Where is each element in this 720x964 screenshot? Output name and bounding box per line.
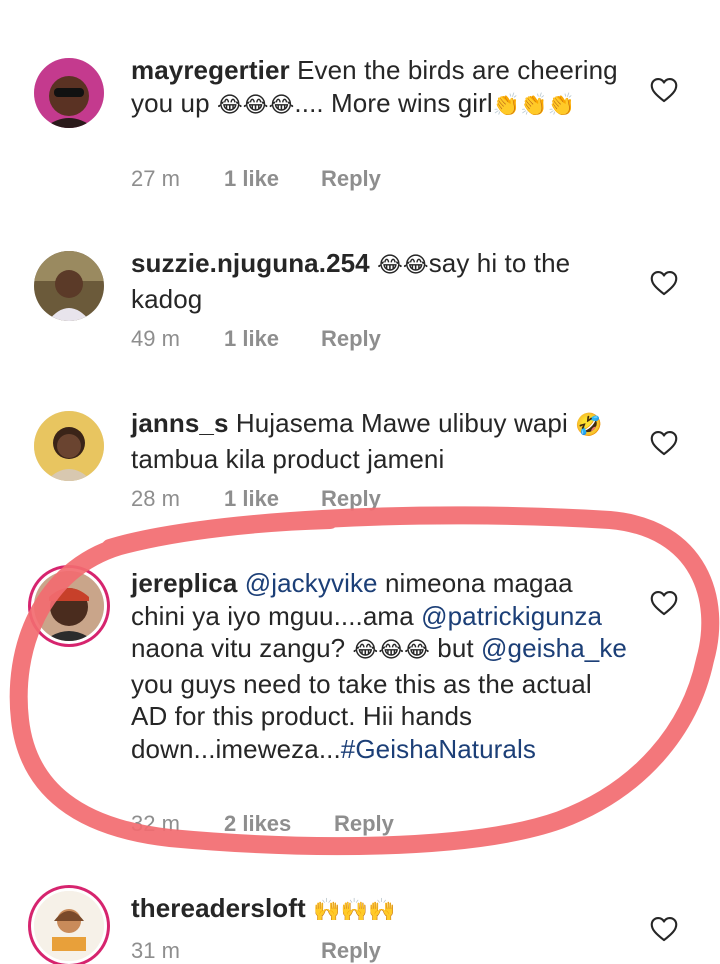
comment-meta: 31 m Reply	[131, 938, 381, 964]
comment-text: suzzie.njuguna.254 😂😂say hi to the kadog	[131, 248, 571, 314]
comment-text: janns_s Hujasema Mawe ulibuy wapi 🤣 tamb…	[131, 408, 603, 474]
timestamp: 32 m	[131, 811, 180, 836]
mention-link[interactable]: @geisha_ke	[481, 633, 627, 663]
heart-outline-icon[interactable]	[650, 590, 678, 616]
username[interactable]: jereplica	[131, 568, 237, 598]
comment-meta: 32 m 2 likes Reply	[131, 811, 394, 837]
hashtag-link[interactable]: #GeishaNaturals	[341, 734, 536, 764]
timestamp: 27 m	[131, 166, 180, 191]
reply-button[interactable]: Reply	[321, 938, 381, 964]
avatar[interactable]	[34, 891, 104, 961]
comment-meta: 49 m 1 like Reply	[131, 326, 381, 352]
username[interactable]: suzzie.njuguna.254	[131, 248, 370, 278]
comment-meta: 27 m 1 like Reply	[131, 166, 381, 192]
emoji: 🙌🙌🙌	[313, 898, 396, 923]
likes-count[interactable]: 1 like	[224, 486, 321, 512]
reply-button[interactable]: Reply	[321, 166, 381, 192]
username[interactable]: mayregertier	[131, 55, 290, 85]
timestamp: 49 m	[131, 326, 180, 351]
comment-meta: 28 m 1 like Reply	[131, 486, 381, 512]
reply-button[interactable]: Reply	[334, 811, 394, 837]
username[interactable]: thereadersloft	[131, 893, 306, 923]
emoji: 😂😂😂	[217, 92, 295, 118]
emoji: 😂😂	[377, 253, 429, 278]
avatar[interactable]	[34, 251, 104, 321]
comment-text: mayregertier Even the birds are cheering…	[131, 55, 618, 118]
likes-count[interactable]: 1 like	[224, 166, 321, 192]
likes-count[interactable]: 2 likes	[224, 811, 334, 837]
emoji: 🤣	[575, 413, 603, 438]
comment-text: jereplica @jackyvike nimeona magaa chini…	[131, 568, 627, 764]
timestamp: 28 m	[131, 486, 180, 511]
likes-count[interactable]	[224, 938, 321, 964]
heart-outline-icon[interactable]	[650, 270, 678, 296]
timestamp: 31 m	[131, 938, 180, 963]
heart-outline-icon[interactable]	[650, 77, 678, 103]
comment-text: thereadersloft 🙌🙌🙌	[131, 892, 631, 928]
reply-button[interactable]: Reply	[321, 326, 381, 352]
heart-outline-icon[interactable]	[650, 430, 678, 456]
mention-link[interactable]: @patrickigunza	[421, 601, 602, 631]
reply-button[interactable]: Reply	[321, 486, 381, 512]
username[interactable]: janns_s	[131, 408, 229, 438]
avatar[interactable]	[34, 58, 104, 128]
likes-count[interactable]: 1 like	[224, 326, 321, 352]
avatar[interactable]	[34, 411, 104, 481]
mention-link[interactable]: @jackyvike	[245, 568, 378, 598]
emoji: 👏👏👏	[492, 92, 576, 118]
avatar[interactable]	[34, 571, 104, 641]
heart-outline-icon[interactable]	[650, 916, 678, 942]
emoji: 😂😂😂	[352, 638, 430, 663]
